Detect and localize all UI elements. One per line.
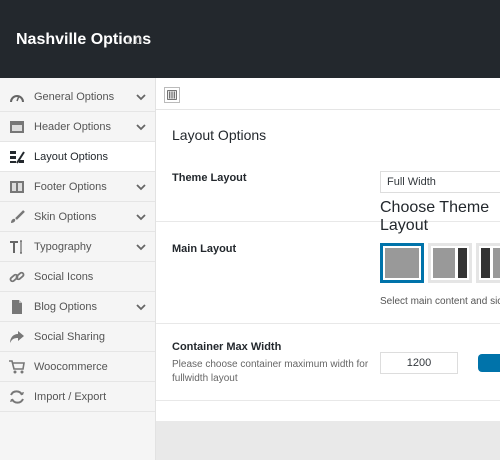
sidebar-item-label: Header Options <box>34 121 112 133</box>
sidebar-item-label: Blog Options <box>34 301 97 313</box>
sidebar-item-blog-options[interactable]: Blog Options <box>0 292 155 322</box>
dashboard-icon <box>10 95 24 103</box>
sidebar-item-social-sharing[interactable]: Social Sharing <box>0 322 155 352</box>
sidebar-item-header-options[interactable]: Header Options <box>0 112 155 142</box>
top-header: Nashville Options 1.0 <box>0 0 500 78</box>
app-version: 1.0 <box>126 35 142 47</box>
footer-icon <box>10 181 24 193</box>
sidebar-item-label: General Options <box>34 91 115 103</box>
container-width-label: Container Max Width <box>172 341 282 353</box>
main-layout-description: Select main content and sic <box>380 296 500 307</box>
sidebar-item-label: Import / Export <box>34 391 107 403</box>
chevron-down-icon <box>136 244 146 251</box>
chevron-down-icon <box>136 214 146 221</box>
container-width-slider-handle[interactable] <box>478 354 500 372</box>
container-width-input[interactable]: 1200 <box>380 352 458 374</box>
sidebar-item-label: Social Icons <box>34 271 94 283</box>
section-title: Layout Options <box>172 127 267 143</box>
layout-toggle-icon[interactable] <box>164 87 180 103</box>
container-width-description: Please choose container maximum width fo… <box>172 359 369 384</box>
theme-layout-label: Theme Layout <box>172 172 247 184</box>
layout-option-no-sidebar[interactable] <box>380 243 424 283</box>
sidebar-item-social-icons[interactable]: Social Icons <box>0 262 155 292</box>
sidebar-item-footer-options[interactable]: Footer Options <box>0 172 155 202</box>
layout-preview-content <box>493 248 500 278</box>
sidebar-item-skin-options[interactable]: Skin Options <box>0 202 155 232</box>
header-icon <box>10 121 24 133</box>
sidebar-item-woocommerce[interactable]: Woocommerce <box>0 352 155 382</box>
sidebar-item-import-export[interactable]: Import / Export <box>0 382 155 412</box>
sidebar-item-general-options[interactable]: General Options <box>0 82 155 112</box>
layout-option-left-sidebar[interactable] <box>476 243 500 283</box>
layout-preview-sidebar <box>481 248 490 278</box>
link-icon <box>9 271 25 283</box>
layout-preview-content <box>433 248 455 278</box>
refresh-icon <box>10 390 24 404</box>
sidebar-item-label: Layout Options <box>34 151 108 163</box>
main-layout-label: Main Layout <box>172 243 237 255</box>
options-sidebar: General Options Header Options Layout Op… <box>0 78 156 460</box>
sidebar-item-label: Woocommerce <box>34 361 108 373</box>
sidebar-item-label: Footer Options <box>34 181 107 193</box>
chevron-down-icon <box>136 124 146 131</box>
sidebar-item-layout-options[interactable]: Layout Options <box>0 142 155 172</box>
layout-preview-sidebar <box>458 248 467 278</box>
panel-toolbar <box>156 78 500 110</box>
chevron-down-icon <box>136 304 146 311</box>
chevron-down-icon <box>136 184 146 191</box>
options-panel: Layout Options Theme Layout Full Width C… <box>156 78 500 460</box>
panel-footer <box>156 421 500 460</box>
sidebar-item-label: Social Sharing <box>34 331 105 343</box>
document-icon <box>12 300 22 314</box>
cart-icon <box>9 360 25 374</box>
sidebar-item-label: Skin Options <box>34 211 97 223</box>
layout-preview-content <box>385 248 419 278</box>
sidebar-item-typography[interactable]: Typography <box>0 232 155 262</box>
brush-icon <box>11 210 25 223</box>
layout-option-right-sidebar[interactable] <box>428 243 472 283</box>
sidebar-item-label: Typography <box>34 241 92 253</box>
layout-icon <box>10 151 25 164</box>
typography-icon <box>10 240 22 254</box>
share-icon <box>10 331 24 343</box>
theme-layout-select[interactable]: Full Width <box>380 171 500 193</box>
chevron-down-icon <box>136 94 146 101</box>
